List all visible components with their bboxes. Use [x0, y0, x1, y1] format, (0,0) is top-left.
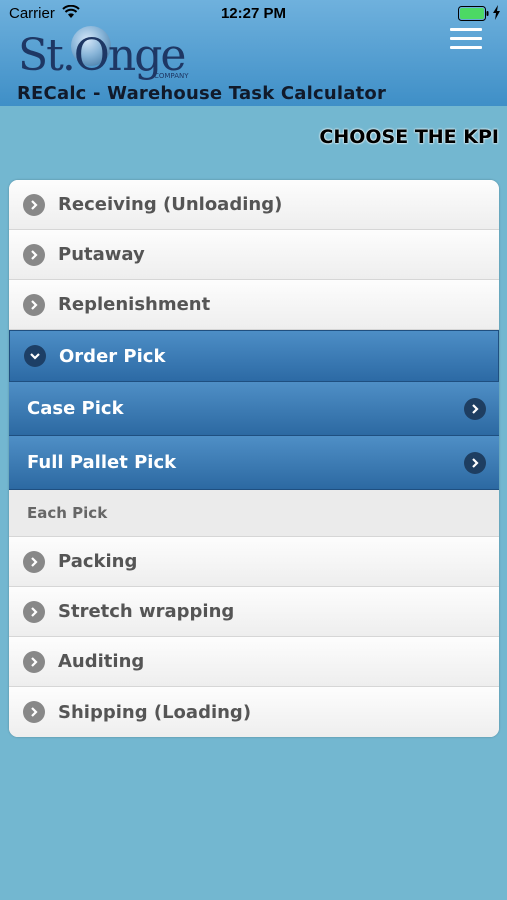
list-item-label: Each Pick	[27, 504, 108, 522]
charging-icon	[493, 5, 500, 20]
sub-item-full-pallet-pick[interactable]: Full Pallet Pick	[9, 436, 499, 490]
logo-subtext: COMPANY	[154, 72, 189, 80]
list-item-label: Stretch wrapping	[58, 601, 235, 622]
chevron-right-icon	[23, 551, 45, 573]
chevron-right-icon	[464, 452, 486, 474]
chevron-down-icon	[24, 345, 46, 367]
sub-item-each-pick[interactable]: Each Pick	[9, 490, 499, 537]
page-heading: CHOOSE THE KPI	[319, 126, 499, 148]
chevron-right-icon	[23, 601, 45, 623]
kpi-list: Receiving (Unloading) Putaway Replenishm…	[9, 180, 499, 737]
list-item-label: Order Pick	[59, 345, 166, 367]
list-item-replenishment[interactable]: Replenishment	[9, 280, 499, 330]
list-item-label: Full Pallet Pick	[27, 452, 177, 473]
list-item-label: Case Pick	[27, 398, 124, 419]
list-item-putaway[interactable]: Putaway	[9, 230, 499, 280]
company-logo: St.Onge COMPANY	[14, 22, 204, 84]
hamburger-menu-icon[interactable]	[450, 28, 482, 50]
list-item-label: Replenishment	[58, 294, 211, 315]
status-time: 12:27 PM	[220, 5, 287, 22]
list-item-packing[interactable]: Packing	[9, 537, 499, 587]
app-title: RECalc - Warehouse Task Calculator	[17, 83, 387, 104]
list-item-label: Putaway	[58, 244, 145, 265]
chevron-right-icon	[23, 294, 45, 316]
list-item-receiving[interactable]: Receiving (Unloading)	[9, 180, 499, 230]
chevron-right-icon	[23, 194, 45, 216]
list-item-label: Auditing	[58, 651, 145, 672]
chevron-right-icon	[464, 398, 486, 420]
list-item-stretch-wrapping[interactable]: Stretch wrapping	[9, 587, 499, 637]
sub-item-case-pick[interactable]: Case Pick	[9, 382, 499, 436]
list-item-order-pick[interactable]: Order Pick	[9, 330, 499, 382]
list-item-label: Packing	[58, 551, 138, 572]
chevron-right-icon	[23, 651, 45, 673]
list-item-label: Shipping (Loading)	[58, 701, 252, 723]
list-item-shipping[interactable]: Shipping (Loading)	[9, 687, 499, 737]
list-item-label: Receiving (Unloading)	[58, 194, 283, 215]
app-header: Carrier 12:27 PM St.Onge COMPANY RECalc …	[0, 0, 507, 106]
battery-icon	[458, 6, 489, 21]
list-item-auditing[interactable]: Auditing	[9, 637, 499, 687]
chevron-right-icon	[23, 244, 45, 266]
chevron-right-icon	[23, 701, 45, 723]
